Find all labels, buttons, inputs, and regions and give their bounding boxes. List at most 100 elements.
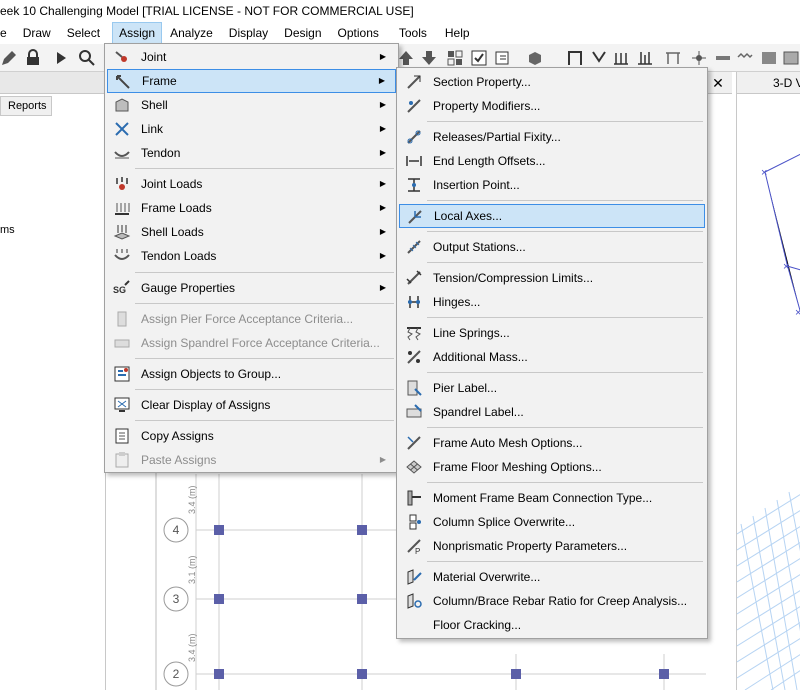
menu-item-material-overwrite[interactable]: Material Overwrite... (399, 565, 705, 589)
lock-icon[interactable] (24, 49, 42, 67)
beam-icon[interactable] (664, 49, 682, 67)
menu-item-clear-display[interactable]: Clear Display of Assigns (107, 393, 396, 417)
menu-item-pier-label[interactable]: Pier Label... (399, 376, 705, 400)
svg-text:2: 2 (173, 667, 180, 681)
menu-item-floor-cracking[interactable]: Floor Cracking... (399, 613, 705, 637)
menu-item-gauge-properties[interactable]: SG Gauge Properties ▶ (107, 276, 396, 300)
menu-item-section-property[interactable]: Section Property... (399, 70, 705, 94)
joint-marker[interactable] (357, 669, 367, 679)
explorer-header (0, 72, 106, 94)
menu-item-frame[interactable]: Frame ▶ (107, 69, 396, 93)
tendon-loads-icon (114, 249, 130, 260)
menu-item-assign-group[interactable]: Assign Objects to Group... (107, 362, 396, 386)
menu-item-shell[interactable]: Shell ▶ (107, 93, 396, 117)
menu-item-line-springs[interactable]: Line Springs... (399, 321, 705, 345)
menu-item-local-axes[interactable]: Local Axes... (399, 204, 705, 228)
menu-item-link[interactable]: Link ▶ (107, 117, 396, 141)
move-up-icon[interactable] (397, 49, 415, 67)
area-icon[interactable] (760, 49, 778, 67)
joint-icon (115, 51, 127, 62)
joint-marker[interactable] (214, 525, 224, 535)
menu-item-output-stations[interactable]: Output Stations... (399, 235, 705, 259)
3d-view-tab[interactable]: 3-D V (737, 72, 800, 94)
assign-menu: Joint ▶ Frame ▶ Shell ▶ Link ▶ Tendon ▶ Joint… (104, 43, 399, 473)
shell-loads-icon (113, 225, 131, 240)
run-icon[interactable] (52, 49, 70, 67)
tc-limits-icon (406, 270, 422, 285)
reports-tab[interactable]: Reports (0, 96, 52, 116)
menu-design[interactable]: Design (274, 22, 327, 44)
joint-marker[interactable] (511, 669, 521, 679)
menu-assign[interactable]: Assign (112, 22, 163, 44)
frame-icon (116, 75, 130, 89)
menu-separator (427, 561, 703, 562)
menu-separator (427, 121, 703, 122)
menu-help[interactable]: Help (433, 22, 476, 44)
menu-item-end-offsets[interactable]: End Length Offsets... (399, 149, 705, 173)
slab-icon[interactable] (714, 49, 732, 67)
menu-item-joint[interactable]: Joint ▶ (107, 45, 396, 69)
joint-marker[interactable] (357, 525, 367, 535)
menu-separator (427, 262, 703, 263)
menu-item-property-modifiers[interactable]: Property Modifiers... (399, 94, 705, 118)
menu-item-column-splice[interactable]: Column Splice Overwrite... (399, 510, 705, 534)
menu-item-copy-assigns[interactable]: Copy Assigns (107, 424, 396, 448)
menu-item-rebar-ratio[interactable]: Column/Brace Rebar Ratio for Creep Analy… (399, 589, 705, 613)
menu-item-frame-loads[interactable]: Frame Loads ▶ (107, 196, 396, 220)
deck-icon[interactable] (736, 49, 754, 67)
cube-icon[interactable] (526, 49, 544, 67)
pier-criteria-icon (117, 311, 127, 327)
menu-item-tc-limits[interactable]: Tension/Compression Limits... (399, 266, 705, 290)
menu-item-releases[interactable]: Releases/Partial Fixity... (399, 125, 705, 149)
menu-item-auto-mesh[interactable]: Frame Auto Mesh Options... (399, 431, 705, 455)
joint-marker[interactable] (214, 594, 224, 604)
grid-icon[interactable] (446, 49, 464, 67)
menu-item-beam-connection[interactable]: Moment Frame Beam Connection Type... (399, 486, 705, 510)
menu-draw[interactable]: Draw (13, 22, 57, 44)
menu-item-tendon[interactable]: Tendon ▶ (107, 141, 396, 165)
joint-marker[interactable] (357, 594, 367, 604)
end-offsets-icon (406, 156, 422, 166)
brace-icon[interactable] (590, 49, 608, 67)
menu-item-tendon-loads[interactable]: Tendon Loads ▶ (107, 244, 396, 268)
joint-draw-icon[interactable] (690, 49, 708, 67)
spandrel-label-icon (406, 404, 422, 418)
menu-item-insertion-point[interactable]: Insertion Point... (399, 173, 705, 197)
menu-display[interactable]: Display (219, 22, 274, 44)
3d-view-window[interactable]: 3-D V × × × (736, 72, 800, 690)
insertion-point-icon (408, 178, 420, 192)
move-down-icon[interactable] (420, 49, 438, 67)
menu-analyze[interactable]: Analyze (162, 22, 219, 44)
menu-item-joint-loads[interactable]: Joint Loads ▶ (107, 172, 396, 196)
close-icon[interactable]: ✕ (709, 74, 727, 92)
view-icon[interactable] (494, 49, 512, 67)
axis-marker: × (795, 307, 800, 319)
menu-tools[interactable]: Tools (385, 22, 433, 44)
wall-icon[interactable] (612, 49, 630, 67)
menu-item-spandrel-label[interactable]: Spandrel Label... (399, 400, 705, 424)
menu-options[interactable]: Options (328, 22, 385, 44)
menu-separator (135, 272, 394, 273)
joint-marker[interactable] (214, 669, 224, 679)
frame-draw-icon[interactable] (566, 49, 584, 67)
pencil-icon[interactable] (0, 49, 18, 67)
check-box-icon[interactable] (470, 49, 488, 67)
local-axes-icon (408, 210, 422, 224)
menu-item-floor-meshing[interactable]: Frame Floor Meshing Options... (399, 455, 705, 479)
submenu-arrow-icon: ▶ (379, 227, 386, 236)
submenu-arrow-icon: ▶ (379, 179, 386, 188)
menu-item-hinges[interactable]: Hinges... (399, 290, 705, 314)
slab-mesh (737, 491, 800, 690)
releases-icon (407, 130, 421, 144)
submenu-arrow-icon: ▶ (379, 124, 386, 133)
menu-item-nonprismatic[interactable]: P Nonprismatic Property Parameters... (399, 534, 705, 558)
menu-item-shell-loads[interactable]: Shell Loads ▶ (107, 220, 396, 244)
menu-select[interactable]: Select (57, 22, 106, 44)
joint-marker[interactable] (659, 669, 669, 679)
columns-icon[interactable] (636, 49, 654, 67)
panel-icon[interactable] (782, 49, 800, 67)
menu-item-additional-mass[interactable]: Additional Mass... (399, 345, 705, 369)
menu-file[interactable]: e (0, 22, 13, 44)
zoom-icon[interactable] (78, 49, 96, 67)
menu-item-paste-assigns: Paste Assigns ▶ (107, 448, 396, 472)
